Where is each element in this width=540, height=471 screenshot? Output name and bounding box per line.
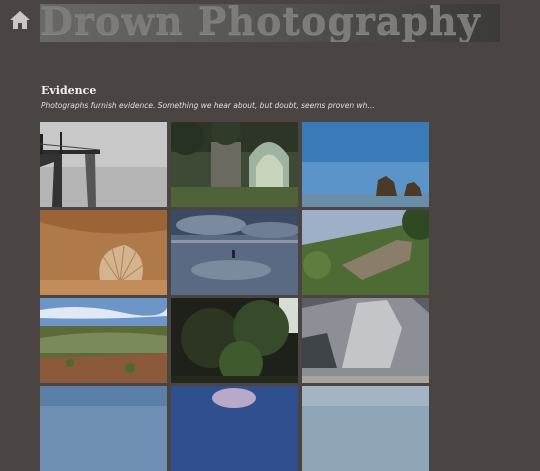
thumbnail-coastal-scrubland[interactable] bbox=[40, 298, 167, 383]
thumbnail-hillside-ruin[interactable] bbox=[302, 210, 429, 295]
thumbnail-sky-tree[interactable] bbox=[171, 386, 298, 471]
sky-image bbox=[302, 386, 429, 471]
sky-tree-image bbox=[171, 386, 298, 471]
fossil-shell-image bbox=[40, 210, 167, 295]
thumbnail-fossil-shell[interactable] bbox=[40, 210, 167, 295]
thumbnail-grid bbox=[40, 122, 429, 471]
thumbnail-white-cliffs[interactable] bbox=[302, 298, 429, 383]
thumbnail-sky[interactable] bbox=[40, 386, 167, 471]
sky-image bbox=[40, 386, 167, 471]
thumbnail-beach-reflection[interactable] bbox=[171, 210, 298, 295]
sea-stacks-image bbox=[302, 122, 429, 207]
beach-reflection-image bbox=[171, 210, 298, 295]
gallery-description: Photographs furnish evidence. Something … bbox=[41, 101, 375, 110]
white-cliffs-image bbox=[302, 298, 429, 383]
thumbnail-stone-archway-ruin[interactable] bbox=[171, 122, 298, 207]
thumbnail-dark-trees[interactable] bbox=[171, 298, 298, 383]
home-icon[interactable] bbox=[9, 9, 31, 31]
thumbnail-sky[interactable] bbox=[302, 386, 429, 471]
coastal-scrubland-image bbox=[40, 298, 167, 383]
gallery-title: Evidence bbox=[41, 84, 97, 97]
site-title: Drown Photography bbox=[40, 4, 481, 42]
site-banner[interactable]: Drown Photography bbox=[40, 4, 500, 42]
hillside-ruin-image bbox=[302, 210, 429, 295]
dark-trees-image bbox=[171, 298, 298, 383]
thumbnail-pier-in-fog[interactable] bbox=[40, 122, 167, 207]
stone-archway-ruin-image bbox=[171, 122, 298, 207]
pier-in-fog-image bbox=[40, 122, 167, 207]
thumbnail-sea-stacks[interactable] bbox=[302, 122, 429, 207]
